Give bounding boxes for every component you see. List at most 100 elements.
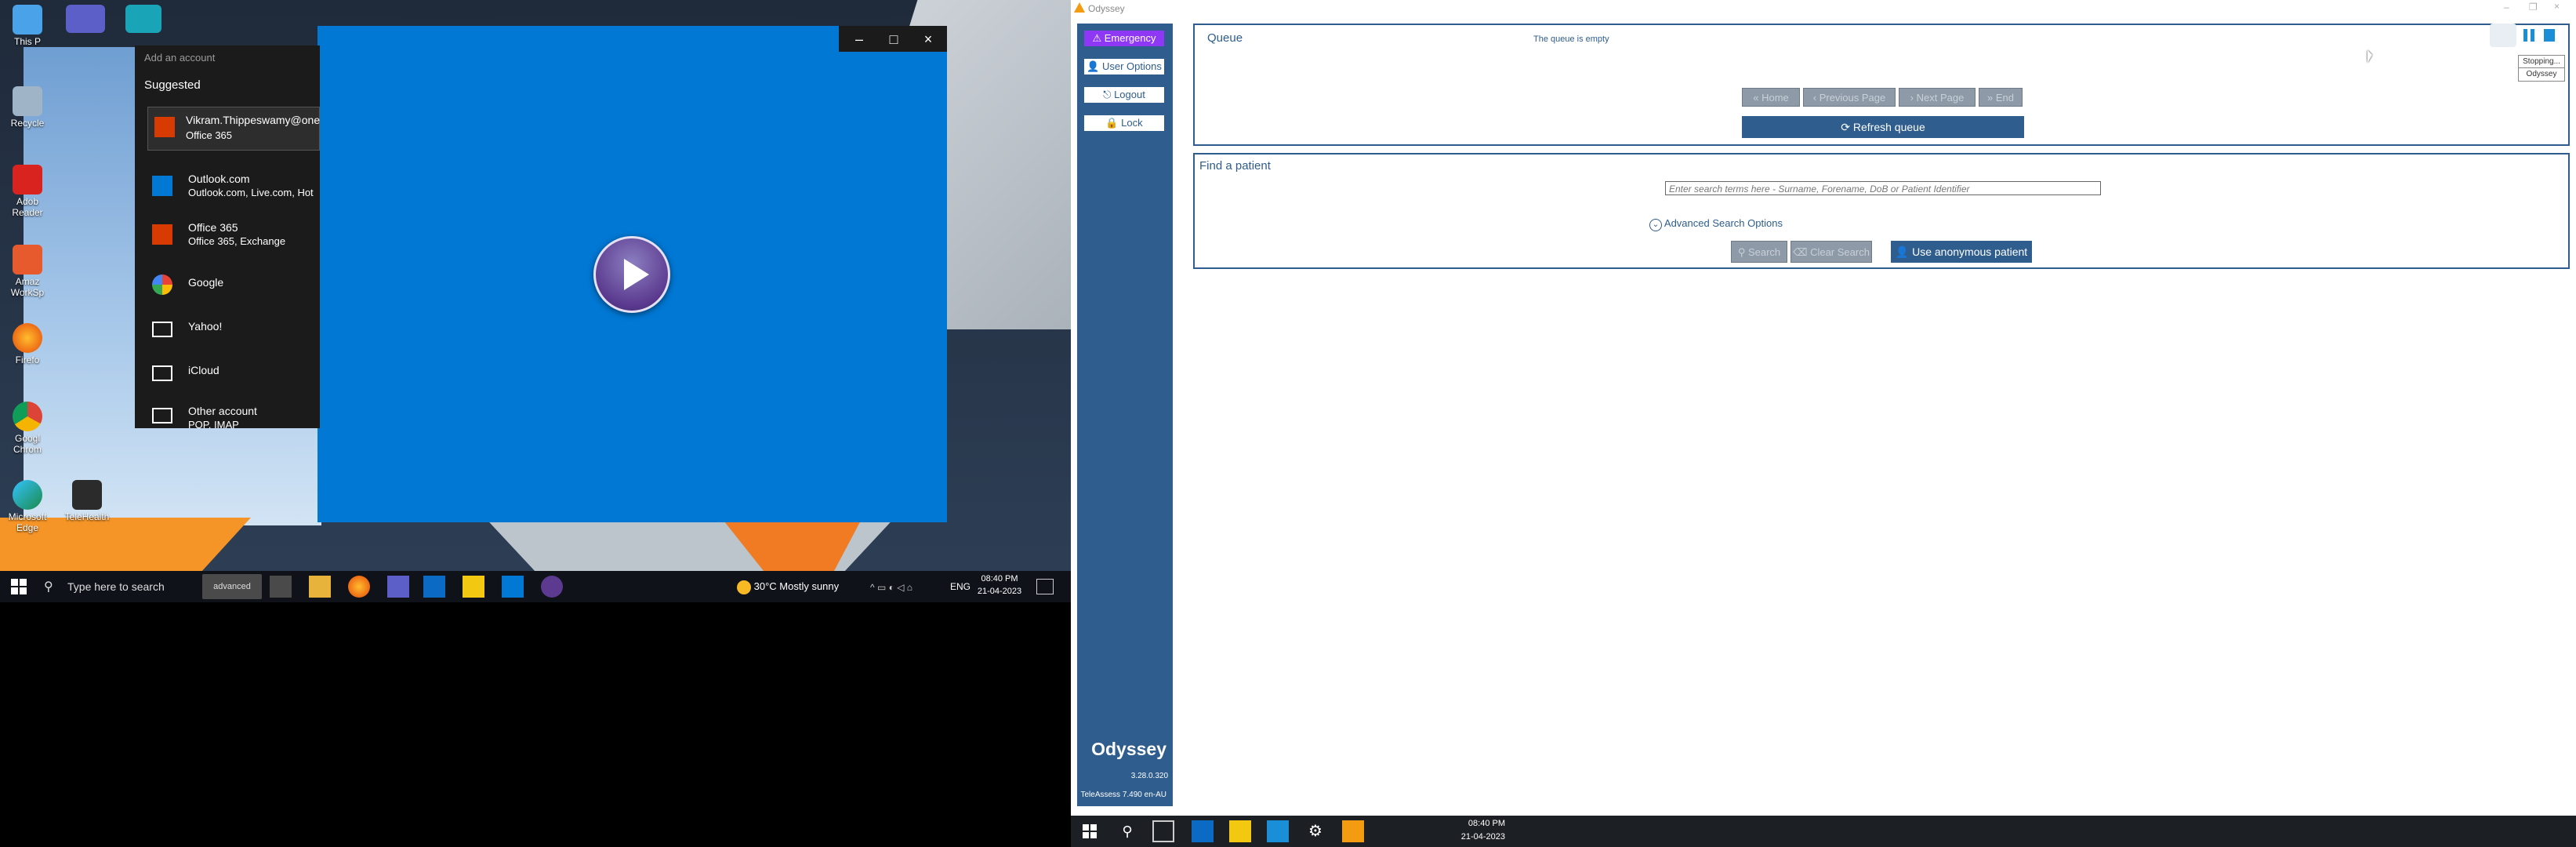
sticky-notes-icon[interactable] — [463, 576, 484, 598]
suggested-heading: Suggested — [144, 78, 201, 92]
odyssey-tooltip: Odyssey — [2518, 67, 2565, 82]
file-explorer-icon[interactable] — [309, 576, 331, 598]
chevron-down-icon: ⌄ — [1649, 219, 1662, 231]
anonymous-user-icon: 👤 — [1895, 245, 1913, 258]
chevron-right-icon: › — [1910, 92, 1917, 104]
mail-icon[interactable] — [502, 576, 524, 598]
media-player-icon[interactable] — [541, 576, 563, 598]
logout-button[interactable]: ⎋ Logout — [1083, 86, 1165, 104]
windows-start-icon[interactable] — [9, 577, 28, 596]
refresh-queue-button[interactable]: ⟳ Refresh queue — [1742, 116, 2024, 138]
account-option-icloud[interactable]: iCloud — [135, 358, 320, 389]
chevron-left-icon: « — [1753, 92, 1762, 104]
search-icon[interactable]: ⚲ — [1116, 820, 1138, 842]
notification-icon[interactable] — [1036, 579, 1054, 594]
minimize-button[interactable]: – — [844, 29, 875, 49]
search-icon: ⚲ — [1737, 246, 1748, 258]
window-controls: – □ × — [839, 26, 947, 52]
chevron-left-icon: ‹ — [1812, 92, 1820, 104]
system-tray-icons[interactable]: ^ ▭ ◐ ◁ ⌂ — [870, 582, 941, 593]
account-option-google[interactable]: Google — [135, 270, 320, 301]
add-account-panel: Add an account Suggested Vikram.Thippesw… — [135, 45, 320, 428]
google-icon — [152, 274, 172, 295]
taskbar-search[interactable]: ⚲ Type here to search — [39, 574, 196, 599]
teleassess-label: TeleAssess 7.490 en-AU — [1080, 791, 1166, 799]
search-icon: ⚲ — [44, 580, 53, 594]
app-icon[interactable] — [423, 576, 445, 598]
advanced-search-options-toggle[interactable]: ⌄ Advanced Search Options — [1649, 217, 1783, 231]
pause-icon[interactable] — [2521, 27, 2537, 44]
previous-page-button[interactable]: ‹ Previous Page — [1803, 88, 1896, 107]
google-chrome-icon[interactable]: Googl Chrom — [0, 402, 55, 467]
odyssey-taskbar-icon[interactable] — [1342, 820, 1364, 842]
this-pc-icon[interactable]: This P — [0, 5, 55, 71]
queue-empty-text: The queue is empty — [1533, 35, 1609, 44]
account-option-other[interactable]: Other account POP, IMAP — [135, 400, 320, 428]
taskbar-right — [1071, 816, 2576, 847]
account-option-office365[interactable]: Office 365 Office 365, Exchange — [135, 220, 320, 254]
task-view-icon[interactable] — [270, 576, 292, 598]
user-icon: 👤 — [1087, 60, 1102, 72]
home-button[interactable]: « Home — [1742, 88, 1800, 107]
remote-app-icon[interactable] — [1267, 820, 1289, 842]
chevron-right-icon: » — [1987, 92, 1996, 104]
use-anonymous-patient-button[interactable]: 👤 Use anonymous patient — [1891, 241, 2032, 263]
firefox-icon[interactable]: Firefo — [0, 323, 55, 389]
amazon-workspaces-icon[interactable]: Amaz WorkSp — [0, 245, 55, 311]
maximize-button[interactable]: □ — [878, 29, 909, 49]
mouse-cursor — [2367, 50, 2372, 63]
logout-icon: ⎋ — [1103, 89, 1115, 100]
task-view-icon[interactable] — [1152, 820, 1174, 842]
emergency-button[interactable]: ⚠ Emergency — [1083, 30, 1165, 47]
account-option-outlook[interactable]: Outlook.com Outlook.com, Live.com, Hot — [135, 171, 320, 205]
telehealth-icon[interactable]: TeleHealth — [60, 480, 114, 546]
windows-start-icon[interactable] — [1082, 823, 1098, 839]
version-label: 3.28.0.320 — [1130, 772, 1168, 780]
sun-icon — [737, 580, 751, 594]
user-options-button[interactable]: 👤 User Options — [1083, 58, 1165, 75]
clear-icon: ⌫ — [1793, 246, 1811, 258]
refresh-icon: ⟳ — [1841, 121, 1853, 133]
office-icon — [154, 117, 175, 137]
restore-button[interactable]: ❐ — [2529, 2, 2538, 13]
close-button[interactable]: × — [2554, 1, 2560, 12]
end-button[interactable]: » End — [1979, 88, 2023, 107]
weather-widget[interactable]: 30°C Mostly sunny — [737, 574, 862, 599]
clear-search-button[interactable]: ⌫ Clear Search — [1791, 241, 1872, 263]
minimize-button[interactable]: – — [2504, 2, 2509, 13]
lock-button[interactable]: 🔒 Lock — [1083, 115, 1165, 132]
queue-panel: Queue The queue is empty « Home ‹ Previo… — [1193, 24, 2570, 146]
brand-name: Odyssey — [1091, 739, 1166, 759]
find-patient-title: Find a patient — [1199, 159, 1271, 173]
remote-control-icon[interactable] — [2490, 24, 2516, 47]
mail-icon — [152, 408, 172, 424]
app-icon[interactable] — [1192, 820, 1214, 842]
stop-icon[interactable] — [2542, 27, 2557, 44]
window-titlebar: Odyssey – ❐ × — [1071, 0, 2576, 17]
settings-icon[interactable]: ⚙ — [1304, 820, 1326, 842]
recycle-bin-icon[interactable]: Recycle — [0, 86, 55, 152]
mail-icon — [152, 322, 172, 337]
close-button[interactable]: × — [912, 29, 944, 49]
emergency-icon: ⚠ — [1092, 32, 1105, 44]
search-button[interactable]: ⚲ Search — [1731, 241, 1787, 263]
advanced-search-button[interactable]: advanced — [202, 574, 262, 599]
firefox-icon[interactable] — [348, 576, 370, 598]
next-page-button[interactable]: › Next Page — [1899, 88, 1976, 107]
language-indicator[interactable]: ENG — [950, 574, 971, 599]
account-option-vikram[interactable]: Vikram.Thippeswamy@one Office 365 — [147, 107, 320, 151]
microsoft-edge-icon[interactable]: Microsoft Edge — [0, 480, 55, 546]
taskbar-clock[interactable]: 08:40 PM 21-04-2023 — [972, 573, 1027, 601]
lock-icon: 🔒 — [1105, 117, 1122, 129]
adobe-reader-icon[interactable]: Adob Reader — [0, 165, 55, 231]
queue-title: Queue — [1207, 31, 1243, 45]
taskbar-clock[interactable]: 08:40 PM 21-04-2023 — [1450, 817, 1505, 844]
teams-icon[interactable] — [66, 5, 105, 33]
play-icon[interactable] — [593, 236, 670, 313]
teams-icon[interactable] — [387, 576, 409, 598]
app-shortcut-icon[interactable] — [125, 5, 161, 33]
outlook-icon — [152, 176, 172, 196]
sticky-notes-icon[interactable] — [1229, 820, 1251, 842]
patient-search-input[interactable]: Enter search terms here - Surname, Foren… — [1665, 181, 2101, 195]
account-option-yahoo[interactable]: Yahoo! — [135, 314, 320, 345]
